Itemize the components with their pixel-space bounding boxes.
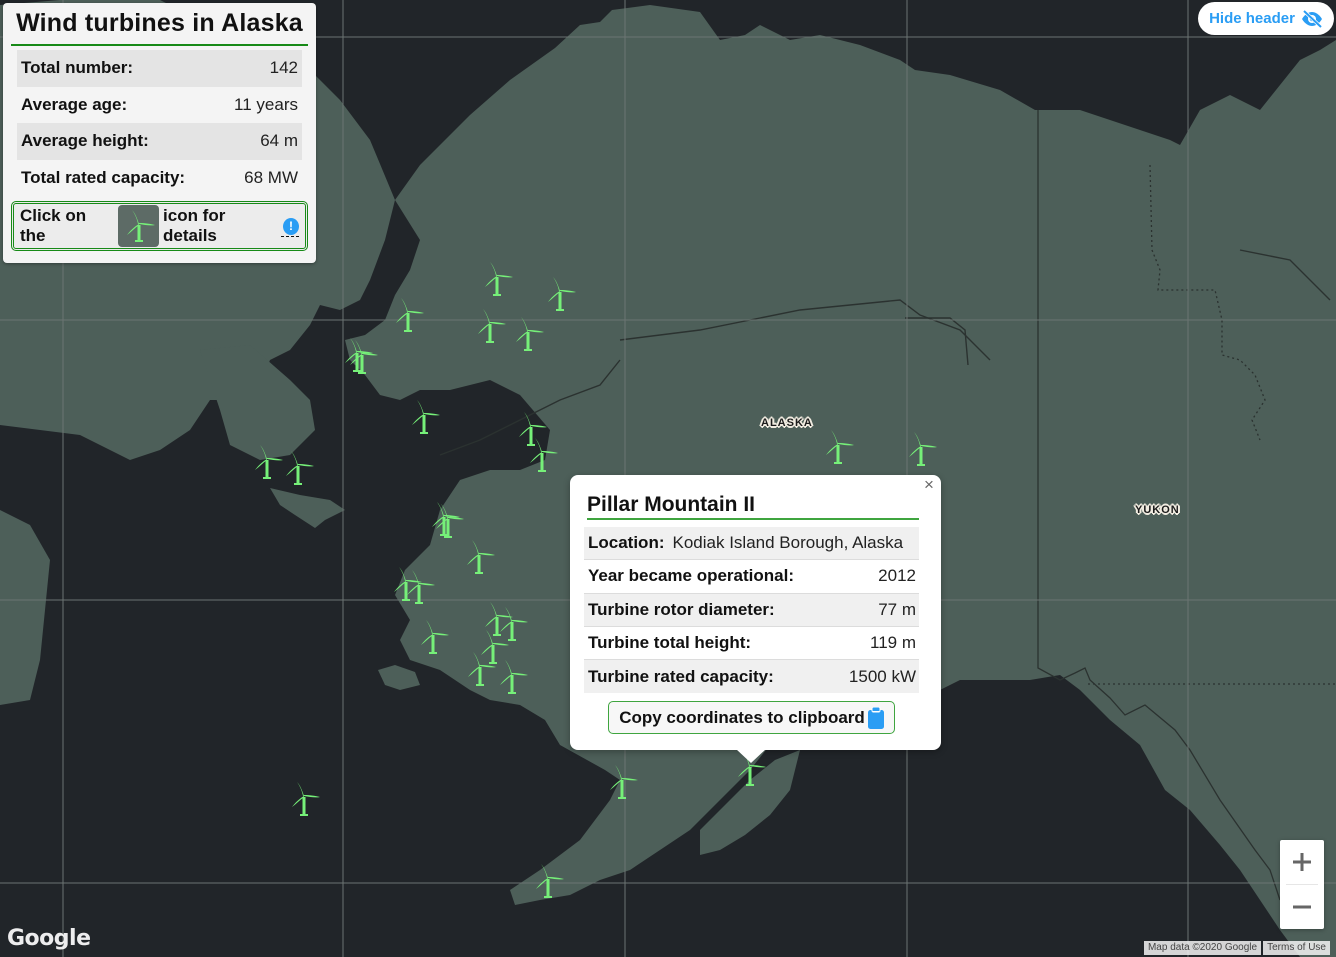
clipboard-icon — [867, 706, 884, 729]
stat-label: Total rated capacity: — [21, 167, 186, 187]
stat-row-total-number: Total number: 142 — [17, 50, 302, 87]
detail-label: Year became operational: — [588, 566, 794, 586]
stat-label: Total number: — [21, 58, 134, 78]
detail-value: 1500 kW — [848, 666, 916, 686]
exclamation-circle-icon: ! — [283, 218, 300, 235]
stat-value: 68 MW — [244, 167, 298, 187]
hint-suffix: icon for details — [163, 206, 226, 245]
info-tooltip-trigger[interactable]: ! — [281, 215, 300, 237]
stat-value: 11 years — [234, 94, 298, 114]
stat-row-total-capacity: Total rated capacity: 68 MW — [17, 160, 302, 197]
stat-value: 142 — [269, 58, 298, 78]
detail-value: 119 m — [870, 633, 916, 653]
plus-icon — [1293, 853, 1311, 871]
hint-prefix: Click on the — [20, 206, 87, 245]
detail-row-total-height: Turbine total height: 119 m — [584, 627, 919, 661]
detail-row-rated-capacity: Turbine rated capacity: 1500 kW — [584, 660, 919, 694]
detail-value: 2012 — [878, 566, 916, 586]
stat-value: 64 m — [260, 131, 298, 151]
map-label-yukon: YUKON — [1135, 504, 1180, 516]
zoom-control — [1280, 840, 1324, 929]
hide-header-button[interactable]: Hide header — [1198, 2, 1334, 35]
copy-coordinates-label: Copy coordinates to clipboard — [619, 707, 865, 727]
detail-value: 77 m — [878, 599, 916, 619]
detail-value: Kodiak Island Borough, Alaska — [672, 533, 904, 553]
copy-coordinates-button[interactable]: Copy coordinates to clipboard — [608, 701, 895, 735]
wind-turbine-icon — [118, 205, 160, 247]
stats-table: Total number: 142 Average age: 11 years … — [17, 50, 302, 196]
map-data-attribution: Map data ©2020 Google — [1143, 941, 1262, 955]
summary-header-panel: Wind turbines in Alaska Total number: 14… — [3, 3, 316, 263]
popup-title: Pillar Mountain II — [587, 493, 919, 520]
map-label-alaska: ALASKA — [761, 417, 813, 429]
turbine-info-popup: × Pillar Mountain II Location: Kodiak Is… — [570, 475, 941, 763]
close-icon[interactable]: × — [921, 476, 937, 493]
details-hint: Click on the icon for details ! — [11, 201, 308, 251]
map-attribution: Map data ©2020 Google Terms of Use — [1143, 941, 1330, 955]
terms-of-use-link[interactable]: Terms of Use — [1263, 941, 1330, 955]
detail-label: Turbine rotor diameter: — [588, 599, 775, 619]
turbine-details-table: Location: Kodiak Island Borough, Alaska … — [584, 527, 919, 694]
minus-icon — [1293, 905, 1311, 909]
stat-row-average-age: Average age: 11 years — [17, 87, 302, 124]
hide-header-label: Hide header — [1209, 10, 1295, 27]
detail-label: Turbine total height: — [588, 633, 752, 653]
detail-label: Turbine rated capacity: — [588, 666, 774, 686]
stat-label: Average age: — [21, 94, 128, 114]
detail-label: Location: — [588, 533, 665, 553]
stat-label: Average height: — [21, 131, 149, 151]
google-logo: Google — [7, 926, 91, 951]
stat-row-average-height: Average height: 64 m — [17, 123, 302, 160]
eye-slash-icon — [1301, 9, 1323, 28]
detail-row-rotor-diameter: Turbine rotor diameter: 77 m — [584, 593, 919, 627]
detail-row-location: Location: Kodiak Island Borough, Alaska — [584, 527, 919, 561]
zoom-in-button[interactable] — [1280, 840, 1324, 884]
zoom-out-button[interactable] — [1280, 885, 1324, 929]
page-title: Wind turbines in Alaska — [11, 9, 308, 46]
detail-row-year: Year became operational: 2012 — [584, 560, 919, 594]
